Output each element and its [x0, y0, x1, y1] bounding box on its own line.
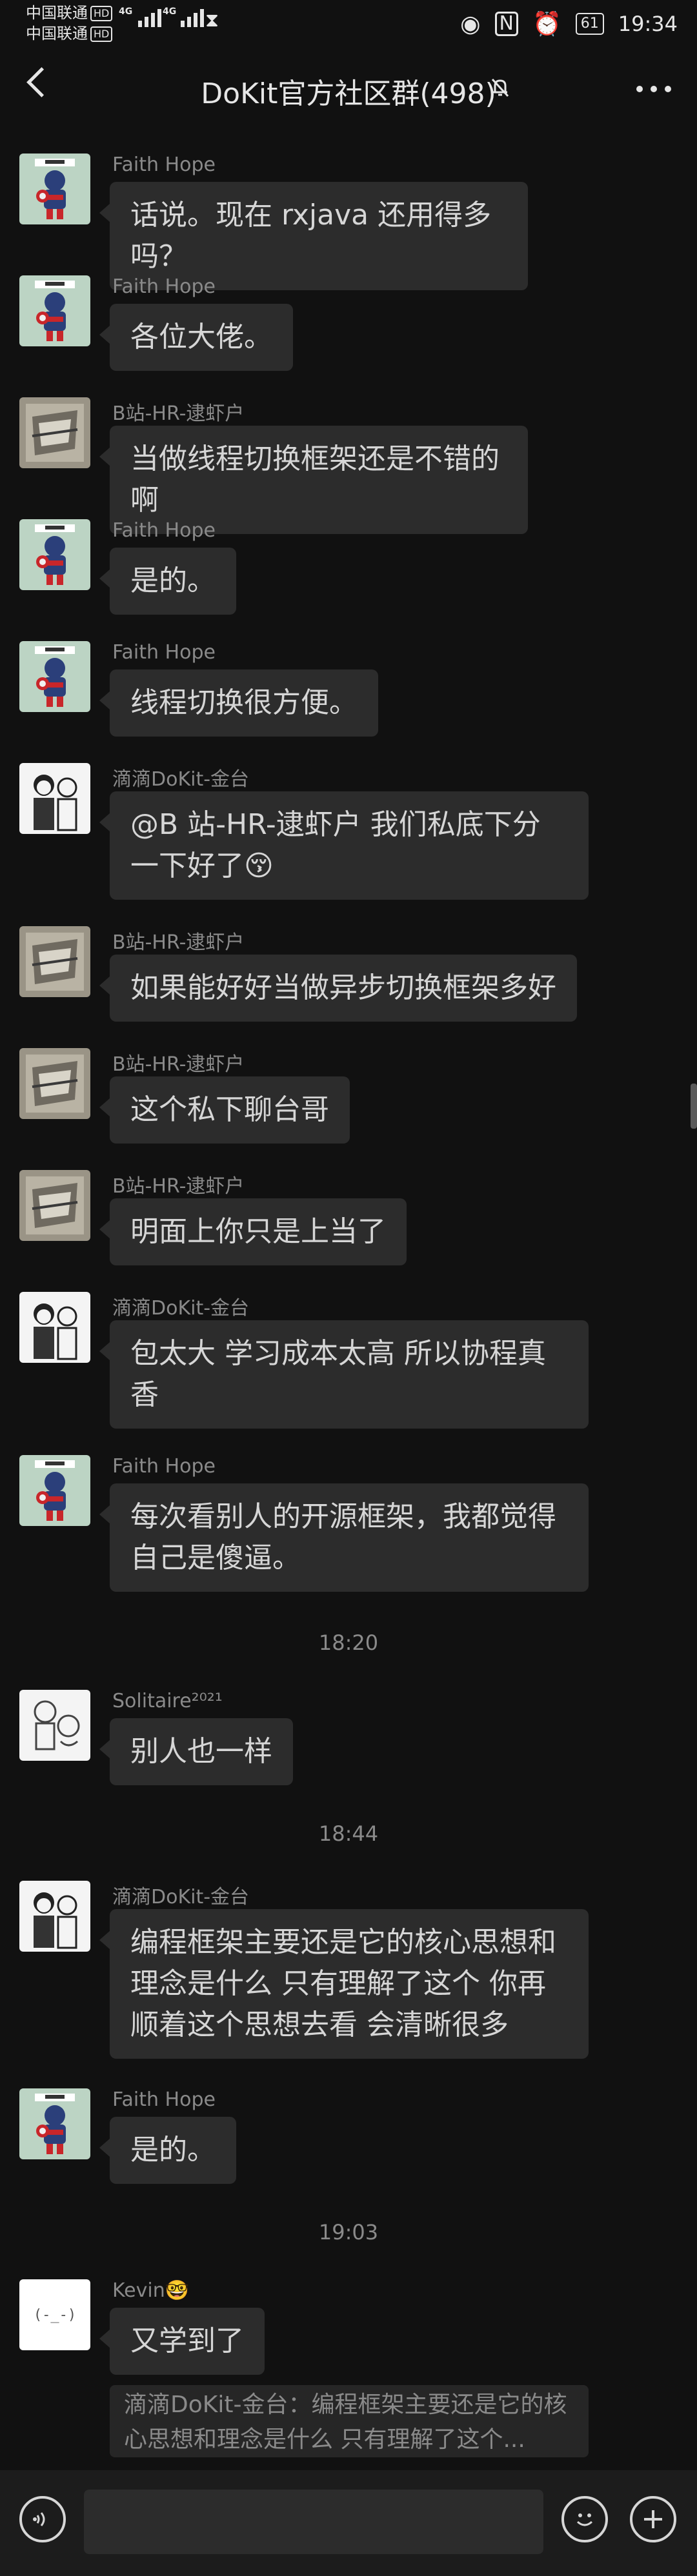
- hd-badge-1: HD: [90, 6, 113, 21]
- message-bubble[interactable]: 包太大 学习成本太高 所以协程真香: [99, 1320, 589, 1429]
- chat-header: DoKit官方社区群(498): [0, 48, 697, 132]
- carrier-info: 中国联通 HD 中国联通 HD: [26, 3, 113, 44]
- avatar[interactable]: [19, 2279, 90, 2350]
- scrollbar[interactable]: [691, 1084, 697, 1129]
- message-bubble[interactable]: 是的。: [99, 2117, 236, 2184]
- message-bubble[interactable]: @B 站-HR-逮虾户 我们私底下分一下好了😚: [99, 791, 589, 900]
- eye-icon: ◉: [460, 10, 481, 37]
- message-input[interactable]: [84, 2490, 543, 2554]
- message-bubble[interactable]: 线程切换很方便。: [99, 669, 378, 737]
- hd-badge-2: HD: [90, 26, 113, 42]
- sender-name: B站-HR-逮虾户: [112, 402, 245, 425]
- status-bar: 中国联通 HD 中国联通 HD 4G 4G ⧗ ◉ N ⏰ 61 19:34: [0, 0, 697, 48]
- avatar[interactable]: [19, 1170, 90, 1241]
- battery-icon: 61: [575, 13, 604, 35]
- message-bubble[interactable]: 话说。现在 rxjava 还用得多吗？: [99, 182, 528, 290]
- message-bubble[interactable]: 别人也一样: [99, 1718, 293, 1785]
- sender-name: Faith Hope: [112, 2088, 216, 2111]
- quoted-message[interactable]: 滴滴DoKit-金台：编程框架主要还是它的核心思想和理念是什么 只有理解了这个.…: [110, 2385, 589, 2457]
- sender-name: B站-HR-逮虾户: [112, 1175, 245, 1198]
- nfc-icon: N: [494, 12, 518, 36]
- input-bar: [0, 2470, 697, 2576]
- avatar[interactable]: [19, 926, 90, 997]
- sender-name: B站-HR-逮虾户: [112, 1053, 245, 1076]
- avatar[interactable]: [19, 1881, 90, 1952]
- sender-name: Faith Hope: [112, 275, 216, 298]
- signal-icon-2: [181, 9, 204, 27]
- sender-name: Faith Hope: [112, 519, 216, 542]
- timestamp: 19:03: [318, 2220, 379, 2244]
- message-bubble[interactable]: 每次看别人的开源框架，我都觉得自己是傻逼。: [99, 1483, 589, 1592]
- message-bubble[interactable]: 又学到了: [99, 2308, 265, 2375]
- sender-name: 滴滴DoKit-金台: [112, 1886, 250, 1908]
- voice-icon[interactable]: [19, 2496, 66, 2542]
- avatar[interactable]: [19, 2088, 90, 2159]
- sender-name: Faith Hope: [112, 1455, 216, 1478]
- avatar[interactable]: [19, 1292, 90, 1363]
- avatar[interactable]: [19, 275, 90, 346]
- message-bubble[interactable]: 各位大佬。: [99, 304, 293, 371]
- carrier-2: 中国联通: [26, 25, 88, 43]
- message-bubble[interactable]: 如果能好好当做异步切换框架多好: [99, 955, 577, 1022]
- message-bubble[interactable]: 当做线程切换框架还是不错的啊: [99, 426, 528, 534]
- sender-name: 滴滴DoKit-金台: [112, 1297, 250, 1320]
- more-options-icon[interactable]: [636, 86, 671, 92]
- alarm-icon: ⏰: [532, 11, 561, 37]
- message-bubble[interactable]: 明面上你只是上当了: [99, 1198, 407, 1265]
- network-type-1: 4G: [119, 6, 133, 17]
- avatar[interactable]: [19, 641, 90, 712]
- sender-name: Solitaire²⁰²¹: [112, 1690, 223, 1712]
- message-bubble[interactable]: 是的。: [99, 548, 236, 615]
- avatar[interactable]: [19, 397, 90, 468]
- sender-name: Faith Hope: [112, 641, 216, 664]
- message-bubble[interactable]: 编程框架主要还是它的核心思想和理念是什么 只有理解了这个 你再顺着这个思想去看 …: [99, 1909, 589, 2059]
- sender-name: Kevin🤓: [112, 2279, 190, 2302]
- avatar[interactable]: [19, 763, 90, 834]
- message-bubble[interactable]: 这个私下聊台哥: [99, 1076, 350, 1144]
- hourglass-icon: ⧗: [205, 9, 219, 32]
- status-right: ◉ N ⏰ 61 19:34: [460, 10, 678, 38]
- plus-icon[interactable]: [630, 2496, 676, 2542]
- timestamp: 18:44: [318, 1821, 379, 1846]
- avatar[interactable]: [19, 1690, 90, 1761]
- sender-name: 滴滴DoKit-金台: [112, 768, 250, 791]
- avatar[interactable]: [19, 519, 90, 590]
- sender-name: Faith Hope: [112, 154, 216, 176]
- chat-title: DoKit官方社区群(498): [201, 77, 496, 110]
- carrier-1: 中国联通: [26, 4, 88, 22]
- avatar[interactable]: [19, 1048, 90, 1119]
- timestamp: 18:20: [318, 1630, 379, 1655]
- mute-bell-icon: [491, 78, 509, 97]
- emoji-icon[interactable]: [561, 2496, 608, 2542]
- sender-name: B站-HR-逮虾户: [112, 931, 245, 954]
- network-type-2: 4G: [163, 6, 177, 17]
- clock-time: 19:34: [618, 12, 678, 36]
- avatar[interactable]: [19, 154, 90, 224]
- avatar[interactable]: [19, 1455, 90, 1526]
- signal-icon: [138, 9, 161, 27]
